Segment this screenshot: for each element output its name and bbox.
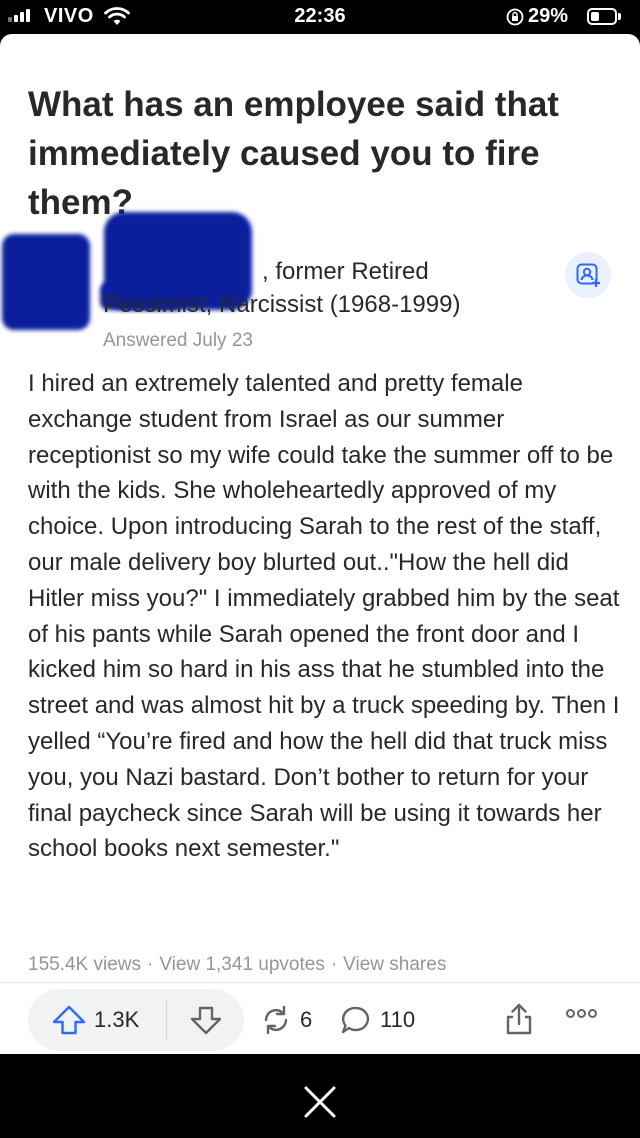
views-count: 155.4K views bbox=[28, 954, 142, 975]
downvote-button[interactable] bbox=[167, 989, 244, 1051]
question-title[interactable]: What has an employee said that immediate… bbox=[28, 80, 618, 227]
reshare-count: 6 bbox=[300, 1007, 313, 1032]
reshare-button[interactable]: 6 bbox=[258, 989, 312, 1051]
vote-controls: 1.3K bbox=[28, 989, 244, 1051]
status-bar: VIVO 22:36 29% bbox=[0, 0, 640, 34]
comments-button[interactable]: 110 bbox=[340, 989, 415, 1051]
battery-tip bbox=[618, 13, 621, 20]
more-options-icon[interactable] bbox=[566, 1009, 597, 1018]
answer-card: What has an employee said that immediate… bbox=[0, 34, 640, 1054]
reshare-icon bbox=[264, 1005, 288, 1035]
follow-author-button[interactable] bbox=[565, 252, 611, 298]
redaction-mark bbox=[2, 234, 90, 330]
comment-bubble-icon bbox=[341, 1006, 370, 1034]
upvote-button[interactable]: 1.3K bbox=[28, 989, 166, 1051]
view-upvotes-link[interactable]: View 1,341 upvotes bbox=[159, 954, 325, 975]
downvote-arrow-icon bbox=[190, 1006, 221, 1035]
view-shares-link[interactable]: View shares bbox=[343, 954, 446, 975]
answer-stats: 155.4K views · View 1,341 upvotes · View sha… bbox=[28, 954, 446, 976]
author-credential: Pessimist, Narcissist (1968-1999) bbox=[103, 291, 461, 318]
upvote-count: 1.3K bbox=[94, 1007, 140, 1032]
orientation-lock-icon bbox=[506, 8, 524, 26]
answered-date[interactable]: Answered July 23 bbox=[103, 330, 253, 352]
close-icon[interactable] bbox=[300, 1082, 340, 1122]
battery-icon bbox=[587, 8, 617, 25]
add-person-icon bbox=[576, 263, 600, 287]
separator-dot: · bbox=[147, 954, 154, 975]
answer-text: I hired an extremely talented and pretty… bbox=[28, 370, 620, 863]
comment-count: 110 bbox=[380, 1007, 416, 1032]
separator-dot: · bbox=[330, 954, 338, 975]
share-export-icon[interactable] bbox=[502, 1002, 536, 1036]
divider bbox=[0, 982, 640, 983]
upvote-arrow-icon bbox=[52, 1005, 86, 1035]
battery-percent: 29% bbox=[528, 5, 569, 27]
author-name-line[interactable]: , former Retired bbox=[262, 258, 429, 286]
